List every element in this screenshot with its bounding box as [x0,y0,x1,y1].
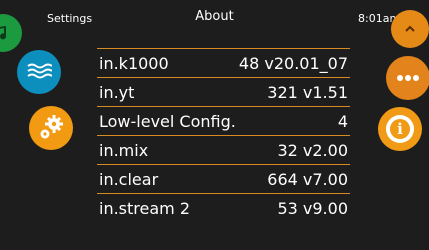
item-value: 321 v1.51 [267,83,348,102]
list-item: in.stream 2 53 v9.00 [97,193,350,216]
gear-icon[interactable] [29,106,73,150]
item-label: in.clear [99,170,159,189]
list-item: in.mix 32 v2.00 [97,135,350,164]
chevron-icon[interactable] [391,10,429,48]
item-value: 664 v7.00 [267,170,348,189]
item-value: 4 [337,112,348,131]
list-item[interactable]: Low-level Config. 4 [97,106,350,135]
item-value: 48 v20.01_07 [238,54,348,73]
item-value: 32 v2.00 [277,141,348,160]
list-item: in.clear 664 v7.00 [97,164,350,193]
list-item: in.yt 321 v1.51 [97,77,350,106]
about-screen: Settings About 8:01am i in.k1000 48 v20.… [0,0,429,250]
top-bar: Settings About 8:01am [0,0,429,38]
info-icon[interactable]: i [378,107,422,151]
item-label: in.mix [99,141,149,160]
water-waves-icon[interactable] [17,50,61,94]
item-label: in.yt [99,83,135,102]
version-list[interactable]: in.k1000 48 v20.01_07 in.yt 321 v1.51 Lo… [97,48,350,216]
item-label: Low-level Config. [99,112,236,131]
more-dots-icon[interactable] [386,56,429,100]
list-item: in.k1000 48 v20.01_07 [97,48,350,77]
item-label: in.stream 2 [99,199,191,216]
item-label: in.k1000 [99,54,169,73]
item-value: 53 v9.00 [277,199,348,216]
info-glyph: i [390,119,410,139]
info-ring: i [386,115,414,143]
